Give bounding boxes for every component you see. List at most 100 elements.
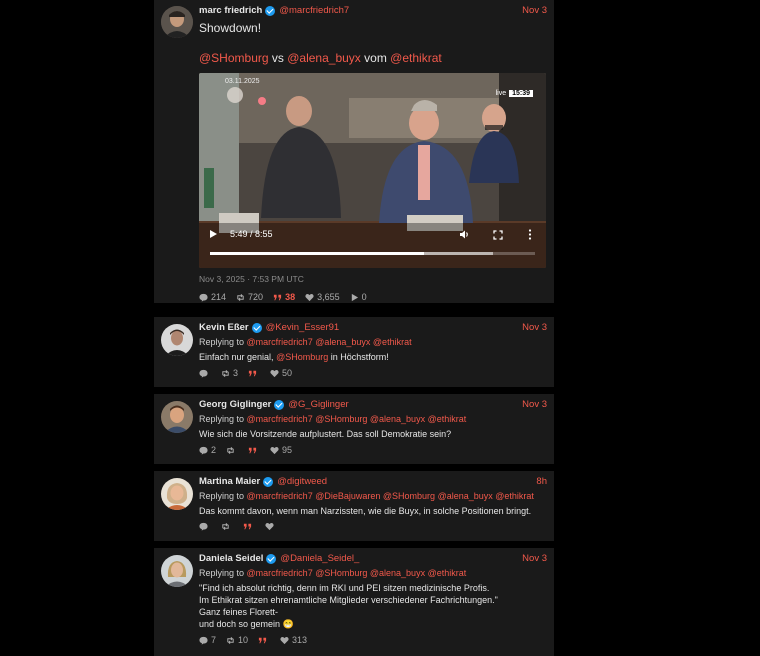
mention-link[interactable]: @SHomburg — [315, 568, 367, 578]
mention-link[interactable]: @SHomburg — [315, 414, 367, 424]
replying-to: Replying to @marcfriedrich7 @SHomburg @a… — [199, 414, 547, 424]
tweet-date[interactable]: Nov 3 — [522, 399, 547, 410]
author-handle[interactable]: @G_Giglinger — [288, 399, 348, 410]
retweet-stat[interactable] — [226, 446, 238, 455]
tweet-stats: 2 95 — [199, 445, 547, 455]
like-stat[interactable]: 50 — [270, 368, 292, 378]
quote-count: 38 — [285, 292, 296, 302]
video-date-overlay: 03.11.2025 — [225, 78, 260, 85]
retweet-stat[interactable] — [221, 522, 233, 531]
quote-stat[interactable] — [248, 369, 260, 378]
mention-link[interactable]: @ethikrat — [390, 51, 442, 65]
reply-stat[interactable]: 7 — [199, 635, 216, 645]
mention-link[interactable]: @alena_buyx — [287, 51, 361, 65]
like-stat[interactable]: 95 — [270, 445, 292, 455]
mention-link[interactable]: @alena_buyx — [370, 414, 425, 424]
replying-to-label: Replying to — [199, 414, 245, 424]
tweet-header: marc friedrich @marcfriedrich7 Nov 3 — [199, 5, 547, 16]
reply-stat[interactable]: 2 — [199, 445, 216, 455]
reply-count: 7 — [211, 635, 217, 645]
avatar[interactable] — [161, 478, 193, 510]
author-handle[interactable]: @Daniela_Seidel_ — [280, 553, 359, 564]
like-stat[interactable]: 313 — [280, 635, 307, 645]
reply-count: 2 — [211, 445, 217, 455]
avatar[interactable] — [161, 324, 193, 356]
mention-link[interactable]: @SHomburg — [383, 491, 435, 501]
like-count: 95 — [282, 445, 293, 455]
volume-icon[interactable] — [459, 229, 470, 240]
fullscreen-icon[interactable] — [493, 230, 503, 240]
quote-stat[interactable] — [243, 522, 255, 531]
mention-link[interactable]: @marcfriedrich7 — [247, 568, 313, 578]
mention-link[interactable]: @ethikrat — [428, 568, 467, 578]
avatar-image — [161, 6, 193, 38]
mention-link[interactable]: @alena_buyx — [438, 491, 493, 501]
reply-stat[interactable] — [199, 369, 211, 378]
main-tweet: marc friedrich @marcfriedrich7 Nov 3 Sho… — [154, 0, 554, 303]
views-stat[interactable]: 0 — [350, 292, 367, 302]
mention-link[interactable]: @ethikrat — [495, 491, 534, 501]
author-handle[interactable]: @Kevin_Esser91 — [266, 322, 340, 333]
author-handle[interactable]: @digitweed — [277, 476, 327, 487]
mention-link[interactable]: @ethikrat — [373, 337, 412, 347]
mention-link[interactable]: @alena_buyx — [370, 568, 425, 578]
tweet-text: Wie sich die Vorsitzende aufplustert. Da… — [199, 429, 452, 439]
author-name[interactable]: Georg Giglinger — [199, 399, 271, 410]
reply-stat[interactable] — [199, 522, 211, 531]
tweet-stats: 214 720 38 3,655 0 — [199, 292, 547, 302]
reply-stat[interactable]: 214 — [199, 292, 226, 302]
author-name[interactable]: Kevin Eßer — [199, 322, 249, 333]
tweet-timestamp[interactable]: Nov 3, 2025 · 7:53 PM UTC — [199, 274, 547, 284]
tweet-text-line: und doch so gemein 😁 — [199, 619, 294, 629]
play-icon[interactable] — [210, 230, 217, 238]
like-stat[interactable]: 3,655 — [305, 292, 340, 302]
tweet-text: Das kommt davon, wenn man Narzissten, wi… — [199, 506, 532, 516]
author-name[interactable]: Martina Maier — [199, 476, 260, 487]
tweet-date[interactable]: Nov 3 — [522, 553, 547, 564]
tweet-line-1: Showdown! — [199, 21, 262, 35]
mention-link[interactable]: @SHomburg — [276, 352, 328, 362]
like-count: 313 — [292, 635, 308, 645]
avatar[interactable] — [161, 401, 193, 433]
progress-track[interactable] — [210, 252, 535, 255]
replying-to-label: Replying to — [199, 337, 245, 347]
quote-stat[interactable]: 38 — [273, 292, 295, 302]
play-icon — [351, 293, 358, 301]
tweet-date[interactable]: Nov 3 — [522, 5, 547, 16]
retweet-icon — [227, 636, 234, 644]
comment-icon — [199, 293, 208, 302]
retweet-stat[interactable]: 10 — [226, 635, 248, 645]
mention-link[interactable]: @alena_buyx — [315, 337, 370, 347]
video-player[interactable]: 03.11.2025 live 15:39 5:49 / 8:55 — [199, 73, 546, 268]
mention-link[interactable]: @marcfriedrich7 — [247, 337, 313, 347]
mention-link[interactable]: @marcfriedrich7 — [247, 414, 313, 424]
author-name[interactable]: Daniela Seidel — [199, 553, 263, 564]
avatar[interactable] — [161, 6, 193, 38]
tweet-text-part: in Höchstform! — [328, 352, 389, 362]
progress-fill — [210, 252, 424, 255]
avatar[interactable] — [161, 555, 193, 587]
like-stat[interactable] — [265, 522, 277, 531]
author-name[interactable]: marc friedrich — [199, 5, 262, 16]
quote-stat[interactable] — [258, 636, 270, 645]
quote-stat[interactable] — [248, 446, 260, 455]
verified-icon — [263, 476, 274, 487]
tweet-date[interactable]: Nov 3 — [522, 322, 547, 333]
more-options-icon[interactable] — [527, 229, 533, 240]
tweet-text: "Find ich absolut richtig, denn im RKI u… — [199, 582, 547, 630]
quote-icon — [243, 523, 252, 530]
live-time: 15:39 — [509, 90, 533, 97]
avatar-image — [161, 478, 193, 510]
retweet-stat[interactable]: 720 — [236, 292, 263, 302]
mention-link[interactable]: @SHomburg — [199, 51, 269, 65]
mention-link[interactable]: @ethikrat — [428, 414, 467, 424]
retweet-count: 3 — [233, 368, 239, 378]
replying-to-label: Replying to — [199, 491, 245, 501]
author-handle[interactable]: @marcfriedrich7 — [279, 5, 349, 16]
tweet-date[interactable]: 8h — [536, 476, 547, 487]
mention-link[interactable]: @marcfriedrich7 — [247, 491, 313, 501]
mention-link[interactable]: @DieBajuwaren — [315, 491, 380, 501]
retweet-stat[interactable]: 3 — [221, 368, 238, 378]
verified-icon — [274, 399, 285, 410]
live-label: live — [495, 90, 507, 97]
